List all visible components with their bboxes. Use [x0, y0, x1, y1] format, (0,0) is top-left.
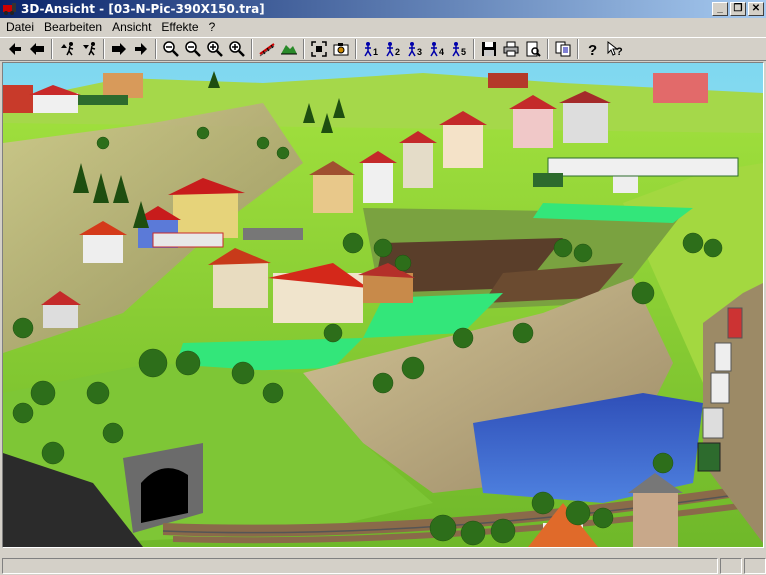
person-5-label: 5	[461, 47, 466, 57]
arrow-left-bold-icon[interactable]	[26, 38, 48, 60]
zoom-in-icon[interactable]	[204, 38, 226, 60]
zoom-in-alt-icon[interactable]	[226, 38, 248, 60]
print-icon[interactable]	[500, 38, 522, 60]
person-1-label: 1	[373, 47, 378, 57]
person-2-label: 2	[395, 47, 400, 57]
person-5-icon[interactable]: 5	[448, 38, 470, 60]
landscape-scene	[3, 63, 763, 547]
print-preview-icon[interactable]	[522, 38, 544, 60]
minimize-button[interactable]: _	[712, 2, 728, 16]
zoom-out-alt-icon[interactable]	[182, 38, 204, 60]
status-pane-small-2	[744, 557, 766, 574]
close-button[interactable]: ✕	[748, 2, 764, 16]
toolbar-separator	[473, 39, 475, 59]
walk-up-icon[interactable]	[56, 38, 78, 60]
toolbar-separator	[251, 39, 253, 59]
context-help-icon[interactable]: ?	[604, 38, 626, 60]
application-window: 3D-Ansicht - [03-N-Pic-390X150.tra] _ ❐ …	[0, 0, 766, 575]
save-icon[interactable]	[478, 38, 500, 60]
fit-view-icon[interactable]	[308, 38, 330, 60]
menu-bearbeiten[interactable]: Bearbeiten	[40, 20, 108, 34]
person-3-label: 3	[417, 47, 422, 57]
menu-effekte[interactable]: Effekte	[157, 20, 204, 34]
person-1-icon[interactable]: 1	[360, 38, 382, 60]
svg-text:?: ?	[588, 42, 597, 58]
status-pane-small	[720, 557, 742, 574]
menu-bar: Datei Bearbeiten Ansicht Effekte ?	[0, 18, 766, 36]
toolbar-separator	[355, 39, 357, 59]
camera-icon[interactable]	[330, 38, 352, 60]
restore-button[interactable]: ❐	[730, 2, 746, 16]
terrain-icon[interactable]	[278, 38, 300, 60]
person-3-icon[interactable]: 3	[404, 38, 426, 60]
track-icon[interactable]	[256, 38, 278, 60]
zoom-out-icon[interactable]	[160, 38, 182, 60]
person-4-label: 4	[439, 47, 444, 57]
toolbar-separator	[103, 39, 105, 59]
arrow-right-icon[interactable]	[130, 38, 152, 60]
toolbar-separator	[155, 39, 157, 59]
help-icon[interactable]: ?	[582, 38, 604, 60]
menu-datei[interactable]: Datei	[2, 20, 40, 34]
svg-text:?: ?	[616, 46, 623, 58]
toolbar: 1 2 3 4 5 ? ?	[0, 37, 766, 61]
status-pane-main	[2, 557, 718, 574]
walk-down-icon[interactable]	[78, 38, 100, 60]
toolbar-separator	[51, 39, 53, 59]
window-title: 3D-Ansicht - [03-N-Pic-390X150.tra]	[21, 2, 265, 16]
window-controls: _ ❐ ✕	[710, 2, 764, 16]
title-bar[interactable]: 3D-Ansicht - [03-N-Pic-390X150.tra] _ ❐ …	[0, 0, 766, 18]
arrow-right-bold-icon[interactable]	[108, 38, 130, 60]
menu-ansicht[interactable]: Ansicht	[108, 20, 157, 34]
train-app-icon	[3, 3, 16, 15]
arrow-left-icon[interactable]	[4, 38, 26, 60]
3d-view-canvas[interactable]	[2, 62, 764, 548]
status-bar	[0, 556, 766, 575]
person-4-icon[interactable]: 4	[426, 38, 448, 60]
menu-help[interactable]: ?	[205, 20, 222, 34]
toolbar-separator	[547, 39, 549, 59]
copy-icon[interactable]	[552, 38, 574, 60]
toolbar-separator	[303, 39, 305, 59]
person-2-icon[interactable]: 2	[382, 38, 404, 60]
toolbar-separator	[577, 39, 579, 59]
